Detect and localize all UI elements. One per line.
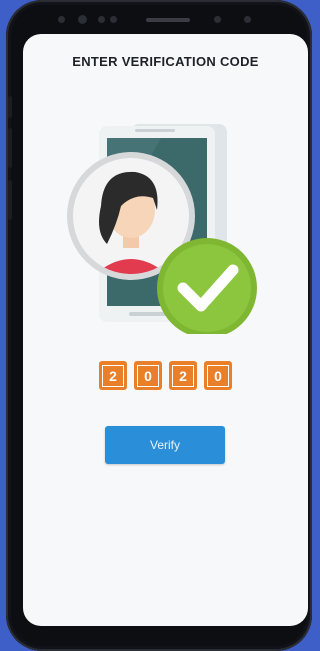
phone-illustration-speaker (135, 129, 175, 132)
code-digit-value: 0 (137, 364, 159, 387)
phone-frame: ENTER VERIFICATION CODE 2 0 2 0 Verify (6, 0, 312, 651)
code-digit-value: 2 (172, 364, 194, 387)
verify-button[interactable]: Verify (105, 426, 225, 464)
sensor-dot (110, 16, 117, 23)
earpiece-speaker (146, 18, 190, 22)
sensor-dot (244, 16, 251, 23)
front-camera (78, 15, 87, 24)
page-title: ENTER VERIFICATION CODE (72, 54, 259, 69)
iris-scanner (214, 16, 221, 23)
verified-user-icon (67, 124, 257, 334)
code-digit-1[interactable]: 2 (99, 361, 127, 390)
code-digit-3[interactable]: 2 (169, 361, 197, 390)
volume-up-button (8, 96, 12, 118)
code-digit-value: 0 (207, 364, 229, 387)
page-background: ENTER VERIFICATION CODE 2 0 2 0 Verify (0, 0, 312, 651)
sensor-dot (58, 16, 65, 23)
check-badge-inner (163, 244, 251, 332)
code-digit-4[interactable]: 0 (204, 361, 232, 390)
code-digit-2[interactable]: 0 (134, 361, 162, 390)
verification-code: 2 0 2 0 (23, 361, 308, 390)
sensor-dot (98, 16, 105, 23)
app-screen: ENTER VERIFICATION CODE 2 0 2 0 Verify (23, 34, 308, 626)
code-digit-value: 2 (102, 364, 124, 387)
volume-down-button (8, 128, 12, 168)
bixby-button (8, 180, 12, 220)
